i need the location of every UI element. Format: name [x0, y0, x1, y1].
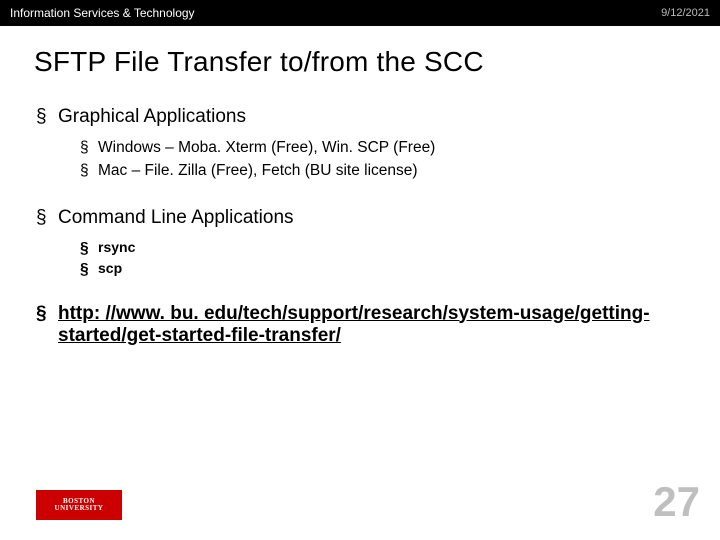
section-heading-text: Command Line Applications — [58, 207, 294, 228]
slide-content: Graphical Applications Windows – Moba. X… — [0, 84, 720, 347]
link-bullet: http: //www. bu. edu/tech/support/resear… — [36, 303, 684, 347]
logo-text: BOSTON UNIVERSITY — [55, 498, 104, 513]
section-heading: Graphical Applications Windows – Moba. X… — [36, 106, 684, 183]
sub-bullet: scp — [58, 258, 684, 279]
section-heading: Command Line Applications rsync scp — [36, 207, 684, 279]
section-heading-text: Graphical Applications — [58, 106, 246, 127]
bullet-section-1: Graphical Applications Windows – Moba. X… — [36, 106, 684, 183]
sub-bullet: Mac – File. Zilla (Free), Fetch (BU site… — [58, 159, 684, 182]
sub-bullets: Windows – Moba. Xterm (Free), Win. SCP (… — [58, 136, 684, 183]
page-number: 27 — [653, 478, 700, 526]
bu-logo: BOSTON UNIVERSITY — [36, 490, 122, 520]
sub-bullet: Windows – Moba. Xterm (Free), Win. SCP (… — [58, 136, 684, 159]
bullet-section-link: http: //www. bu. edu/tech/support/resear… — [36, 303, 684, 347]
slide-footer: BOSTON UNIVERSITY 27 — [0, 480, 720, 530]
logo-line-2: UNIVERSITY — [55, 504, 104, 512]
top-bar: Information Services & Technology 9/12/2… — [0, 0, 720, 26]
slide-date: 9/12/2021 — [661, 7, 710, 19]
sub-bullets: rsync scp — [58, 237, 684, 279]
slide-title: SFTP File Transfer to/from the SCC — [0, 26, 720, 84]
sub-bullet: rsync — [58, 237, 684, 258]
org-name: Information Services & Technology — [10, 6, 195, 20]
slide: Information Services & Technology 9/12/2… — [0, 0, 720, 540]
bullet-section-2: Command Line Applications rsync scp — [36, 207, 684, 279]
reference-link[interactable]: http: //www. bu. edu/tech/support/resear… — [58, 303, 650, 346]
